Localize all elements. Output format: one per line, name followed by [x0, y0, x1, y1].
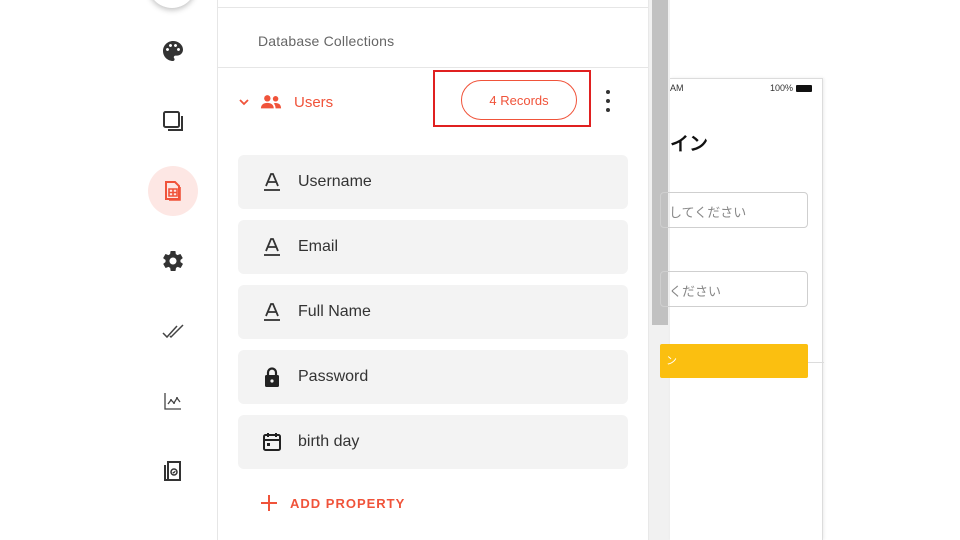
divider	[218, 7, 648, 8]
scrollbar-track[interactable]	[648, 0, 670, 540]
property-item-full-name[interactable]: Full Name	[238, 285, 628, 339]
divider	[218, 67, 648, 68]
text-icon	[262, 301, 282, 323]
analytics-icon[interactable]	[148, 376, 198, 426]
phone-preview: AM 100% イン してください ください ン	[660, 78, 823, 540]
publish-icon[interactable]	[148, 446, 198, 496]
panel-heading: Database Collections	[258, 33, 395, 49]
app-window: Database Collections Users 4 Records Use…	[0, 0, 960, 540]
phone-screen-title: イン	[670, 134, 709, 155]
collection-name[interactable]: Users	[294, 94, 333, 111]
add-property-label: ADD PROPERTY	[290, 495, 406, 511]
property-label: birth day	[298, 433, 360, 450]
lock-icon	[262, 366, 282, 388]
database-collections-panel: Database Collections Users 4 Records Use…	[218, 0, 648, 540]
gear-icon[interactable]	[148, 236, 198, 286]
property-label: Username	[298, 173, 372, 190]
highlight-box	[433, 70, 591, 127]
phone-input-2[interactable]: ください	[660, 271, 808, 307]
palette-icon[interactable]	[148, 26, 198, 76]
property-label: Email	[298, 238, 339, 255]
screens-icon[interactable]	[148, 96, 198, 146]
property-item-birth-day[interactable]: birth day	[238, 415, 628, 469]
add-property-button[interactable]: ADD PROPERTY	[260, 494, 405, 512]
dot	[606, 90, 610, 94]
property-item-username[interactable]: Username	[238, 155, 628, 209]
avatar[interactable]	[148, 0, 196, 8]
dot	[606, 99, 610, 103]
more-vertical-icon[interactable]	[601, 88, 615, 114]
calendar-icon	[262, 431, 282, 453]
dot	[606, 108, 610, 112]
status-time: AM	[670, 83, 684, 93]
property-item-password[interactable]: Password	[238, 350, 628, 404]
users-icon	[260, 95, 282, 109]
property-label: Password	[298, 368, 369, 385]
status-battery: 100%	[770, 83, 813, 93]
divider	[808, 362, 824, 363]
text-icon	[262, 171, 282, 193]
database-icon[interactable]	[148, 166, 198, 216]
property-label: Full Name	[298, 303, 371, 320]
phone-login-button[interactable]: ン	[660, 344, 808, 378]
chevron-down-icon[interactable]	[238, 96, 250, 108]
battery-icon	[796, 84, 813, 92]
phone-input-1[interactable]: してください	[660, 192, 808, 228]
battery-label: 100%	[770, 83, 794, 93]
property-item-email[interactable]: Email	[238, 220, 628, 274]
left-icon-rail	[0, 0, 218, 540]
text-icon	[262, 236, 282, 258]
checks-icon[interactable]	[148, 306, 198, 356]
plus-icon	[261, 495, 277, 511]
